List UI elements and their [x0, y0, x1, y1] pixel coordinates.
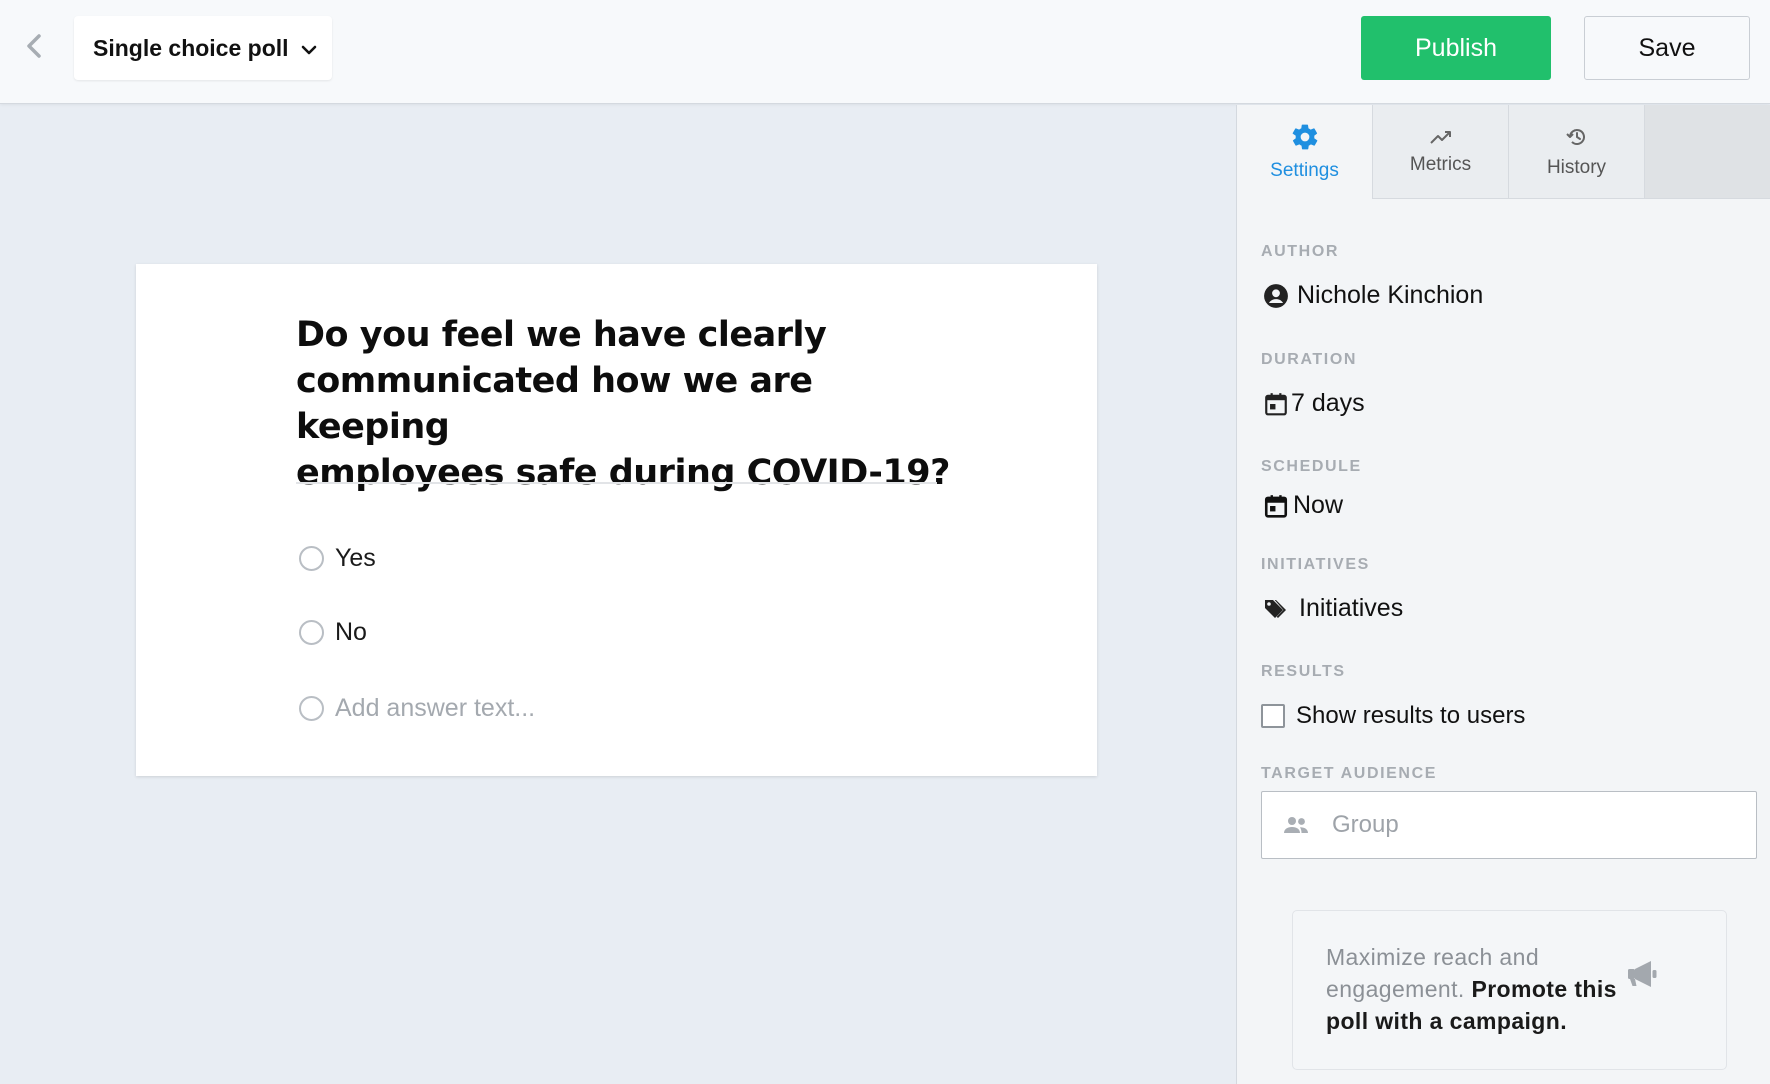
settings-panel: Settings Metrics History AUTHOR Nichole … — [1236, 105, 1770, 1084]
answer-option-no[interactable]: No — [299, 614, 367, 650]
poll-type-dropdown[interactable]: Single choice poll — [74, 16, 332, 80]
poll-type-label: Single choice poll — [93, 34, 289, 61]
promo-text: Maximize reach and engagement. Promote t… — [1326, 941, 1636, 1037]
author-value: Nichole Kinchion — [1263, 281, 1483, 310]
tab-history[interactable]: History — [1509, 105, 1645, 199]
account-circle-icon — [1263, 283, 1289, 309]
question-line: employees safe during COVID-19? — [296, 453, 950, 493]
schedule-text: Now — [1293, 491, 1344, 519]
save-button[interactable]: Save — [1584, 16, 1750, 80]
show-results-checkbox[interactable] — [1261, 704, 1285, 728]
chevron-down-icon — [301, 44, 317, 56]
show-results-option[interactable]: Show results to users — [1261, 702, 1525, 730]
history-icon — [1565, 128, 1585, 145]
answer-label: Yes — [335, 543, 376, 572]
radio-button[interactable] — [299, 545, 324, 571]
answer-label: No — [335, 617, 367, 646]
tab-metrics[interactable]: Metrics — [1373, 105, 1509, 199]
tab-settings[interactable]: Settings — [1237, 105, 1373, 199]
schedule-value[interactable]: Now — [1263, 491, 1343, 520]
duration-text: 7 days — [1291, 389, 1365, 417]
panel-tabs: Settings Metrics History — [1237, 105, 1770, 199]
results-label: RESULTS — [1261, 663, 1346, 680]
trending-up-icon — [1429, 130, 1451, 144]
calendar-icon — [1263, 391, 1289, 417]
add-answer-placeholder[interactable]: Add answer text... — [335, 694, 535, 723]
schedule-label: SCHEDULE — [1261, 458, 1362, 475]
question-line: communicated how we are keeping — [296, 361, 813, 447]
campaign-promo-card: Maximize reach and engagement. Promote t… — [1292, 910, 1727, 1070]
duration-label: DURATION — [1261, 351, 1358, 368]
top-bar: Single choice poll Publish Save — [0, 0, 1770, 104]
question-divider — [296, 482, 937, 484]
tab-label: Settings — [1270, 160, 1339, 181]
initiatives-label: INITIATIVES — [1261, 556, 1370, 573]
tab-label: Metrics — [1409, 153, 1472, 175]
megaphone-icon — [1628, 961, 1657, 987]
initiatives-text: Initiatives — [1299, 594, 1404, 622]
poll-question[interactable]: Do you feel we have clearly communicated… — [296, 312, 956, 496]
group-field[interactable] — [1261, 791, 1757, 859]
publish-button[interactable]: Publish — [1361, 16, 1551, 80]
initiatives-value[interactable]: Initiatives — [1263, 594, 1403, 623]
add-answer-field[interactable]: Add answer text... — [299, 690, 535, 726]
chevron-left-icon — [27, 34, 41, 58]
radio-button[interactable] — [299, 619, 324, 645]
tab-label: History — [1546, 156, 1607, 178]
author-name: Nichole Kinchion — [1297, 281, 1484, 309]
target-audience-label: TARGET AUDIENCE — [1261, 765, 1437, 782]
back-button[interactable] — [18, 30, 50, 62]
question-line: Do you feel we have clearly — [296, 315, 827, 355]
radio-button — [299, 695, 324, 721]
gear-icon — [1292, 124, 1317, 150]
poll-card: Do you feel we have clearly communicated… — [136, 264, 1097, 776]
duration-value[interactable]: 7 days — [1263, 389, 1365, 418]
calendar-today-icon — [1263, 493, 1289, 519]
people-icon — [1284, 817, 1308, 833]
tab-spacer — [1645, 105, 1770, 199]
author-label: AUTHOR — [1261, 243, 1340, 260]
show-results-label: Show results to users — [1296, 702, 1526, 729]
group-input[interactable] — [1332, 811, 1712, 839]
answer-option-yes[interactable]: Yes — [299, 540, 376, 576]
tags-icon — [1263, 597, 1291, 621]
